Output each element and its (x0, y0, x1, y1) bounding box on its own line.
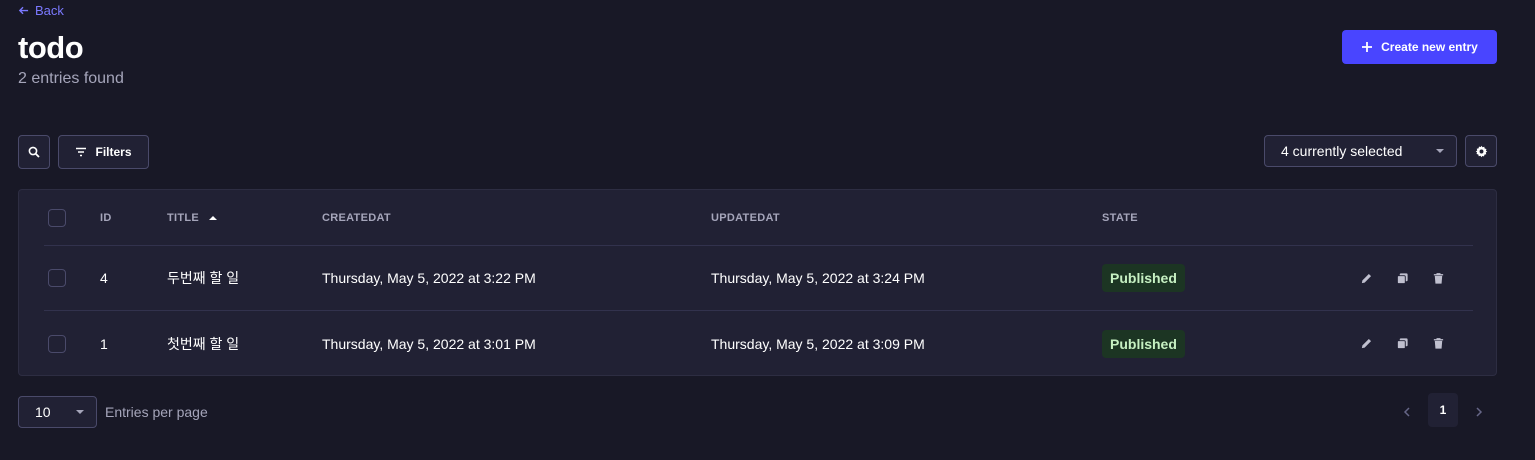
row-updatedat: Thursday, May 5, 2022 at 3:09 PM (711, 335, 925, 352)
duplicate-icon (1396, 338, 1408, 350)
next-page-button[interactable] (1469, 402, 1489, 422)
table-row[interactable]: 4 두번째 할 일 Thursday, May 5, 2022 at 3:22 … (44, 246, 1473, 311)
duplicate-button[interactable] (1394, 336, 1410, 352)
previous-page-button[interactable] (1397, 402, 1417, 422)
row-createdat: Thursday, May 5, 2022 at 3:22 PM (322, 270, 536, 286)
edit-button[interactable] (1358, 270, 1374, 286)
row-checkbox[interactable] (48, 334, 66, 353)
header-title[interactable]: TITLE (167, 190, 218, 245)
row-state-cell: Published (1102, 246, 1185, 310)
row-checkbox[interactable] (48, 269, 66, 287)
row-select-cell (48, 246, 66, 310)
arrow-left-icon (18, 6, 29, 15)
duplicate-button[interactable] (1394, 270, 1410, 286)
table-row[interactable]: 1 첫번째 할 일 Thursday, May 5, 2022 at 3:01 … (44, 311, 1473, 376)
edit-button[interactable] (1358, 336, 1374, 352)
delete-button[interactable] (1430, 336, 1446, 352)
status-badge: Published (1102, 329, 1185, 358)
header-title-label: TITLE (167, 211, 200, 224)
header-id[interactable]: ID (100, 190, 112, 245)
entries-per-page-label: Entries per page (105, 404, 208, 420)
entries-per-page-value: 10 (35, 404, 51, 420)
pencil-icon (1361, 273, 1371, 283)
page-title: todo (18, 30, 84, 65)
pencil-icon (1361, 338, 1371, 349)
chevron-down-icon (76, 410, 84, 414)
columns-select-value: 4 currently selected (1281, 143, 1403, 159)
header-createdat[interactable]: CREATEDAT (322, 190, 391, 245)
columns-select[interactable]: 4 currently selected (1264, 135, 1457, 167)
current-page-button[interactable]: 1 (1428, 393, 1458, 427)
entries-count: 2 entries found (18, 70, 124, 87)
row-title: 두번째 할 일 (167, 270, 240, 286)
back-link[interactable]: Back (18, 3, 64, 18)
row-id: 1 (100, 335, 108, 352)
row-title: 첫번째 할 일 (167, 335, 240, 352)
table-header-row: ID TITLE CREATEDAT UPDATEDAT STATE (44, 190, 1473, 246)
row-actions (1358, 311, 1446, 376)
search-icon (28, 146, 40, 158)
gear-icon (1475, 145, 1487, 157)
status-badge: Published (1102, 264, 1185, 292)
row-id: 4 (100, 270, 108, 286)
sort-ascending-icon[interactable] (209, 215, 218, 220)
row-select-cell (48, 311, 66, 376)
entries-table: ID TITLE CREATEDAT UPDATEDAT STATE 4 두번째… (18, 189, 1497, 376)
entries-per-page-select[interactable]: 10 (18, 396, 97, 428)
header-updatedat[interactable]: UPDATEDAT (711, 190, 780, 245)
chevron-right-icon (1476, 407, 1483, 417)
trash-icon (1433, 338, 1443, 349)
back-label: Back (35, 3, 64, 18)
filter-icon (76, 147, 87, 157)
row-createdat: Thursday, May 5, 2022 at 3:01 PM (322, 335, 536, 352)
duplicate-icon (1396, 272, 1408, 284)
create-new-entry-label: Create new entry (1381, 40, 1478, 54)
search-button[interactable] (18, 135, 50, 169)
select-all-checkbox[interactable] (48, 208, 66, 227)
row-actions (1358, 246, 1446, 310)
plus-icon (1362, 42, 1373, 52)
select-all-cell (48, 190, 66, 245)
chevron-left-icon (1403, 407, 1410, 417)
chevron-down-icon (1436, 149, 1444, 153)
settings-button[interactable] (1465, 135, 1497, 167)
row-state-cell: Published (1102, 311, 1185, 376)
delete-button[interactable] (1430, 270, 1446, 286)
trash-icon (1433, 272, 1443, 284)
create-new-entry-button[interactable]: Create new entry (1342, 30, 1497, 64)
filters-button[interactable]: Filters (58, 135, 149, 169)
row-updatedat: Thursday, May 5, 2022 at 3:24 PM (711, 270, 925, 286)
filters-label: Filters (95, 145, 132, 159)
header-state: STATE (1102, 211, 1138, 224)
